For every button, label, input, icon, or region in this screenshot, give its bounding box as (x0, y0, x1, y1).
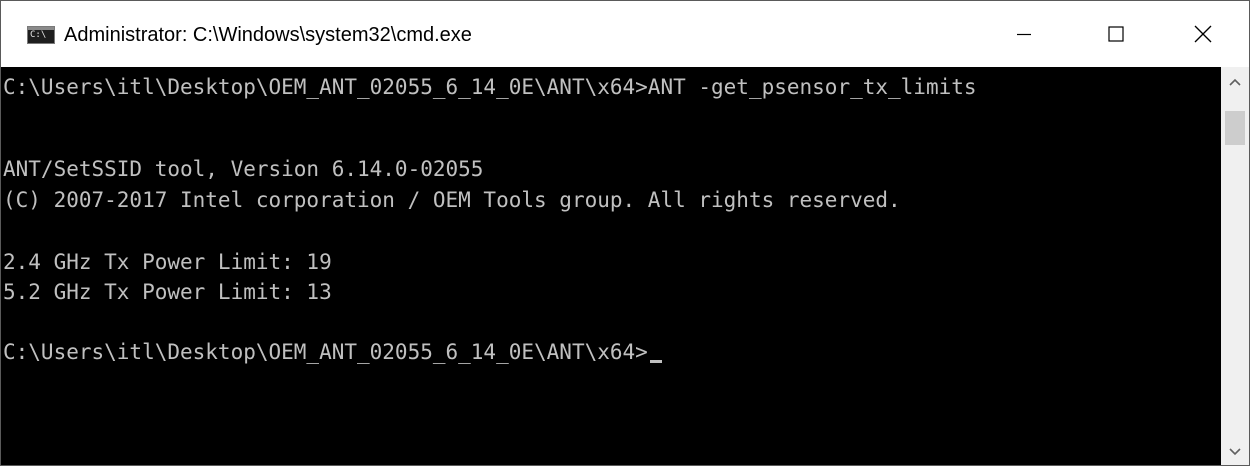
console-line: C:\Users\itl\Desktop\OEM_ANT_02055_6_14_… (3, 75, 977, 99)
close-icon (1194, 25, 1212, 43)
scroll-down-button[interactable] (1221, 437, 1249, 465)
console-output[interactable]: C:\Users\itl\Desktop\OEM_ANT_02055_6_14_… (1, 67, 1221, 465)
text-cursor (649, 360, 662, 363)
scroll-down-icon (1229, 448, 1241, 456)
window-title: Administrator: C:\Windows\system32\cmd.e… (64, 24, 472, 46)
scroll-up-icon (1229, 78, 1241, 86)
close-button[interactable] (1157, 1, 1249, 67)
minimize-button[interactable] (978, 1, 1070, 67)
console-line: 2.4 GHz Tx Power Limit: 19 (3, 250, 332, 274)
maximize-icon (1108, 26, 1124, 42)
cmd-window: C:\ Administrator: C:\Windows\system32\c… (0, 0, 1250, 466)
scroll-up-button[interactable] (1221, 67, 1249, 97)
console-line: (C) 2007-2017 Intel corporation / OEM To… (3, 188, 901, 212)
title-bar[interactable]: C:\ Administrator: C:\Windows\system32\c… (1, 1, 1249, 67)
prompt-line[interactable]: C:\Users\itl\Desktop\OEM_ANT_02055_6_14_… (3, 337, 662, 367)
console-line: ANT/SetSSID tool, Version 6.14.0-02055 (3, 157, 484, 181)
vertical-scrollbar[interactable] (1221, 67, 1249, 465)
console-line: 5.2 GHz Tx Power Limit: 13 (3, 280, 332, 304)
cmd-icon[interactable]: C:\ (27, 26, 55, 44)
scroll-thumb[interactable] (1225, 111, 1245, 145)
minimize-icon (1017, 33, 1031, 36)
prompt-text: C:\Users\itl\Desktop\OEM_ANT_02055_6_14_… (3, 340, 648, 364)
maximize-button[interactable] (1070, 1, 1162, 67)
